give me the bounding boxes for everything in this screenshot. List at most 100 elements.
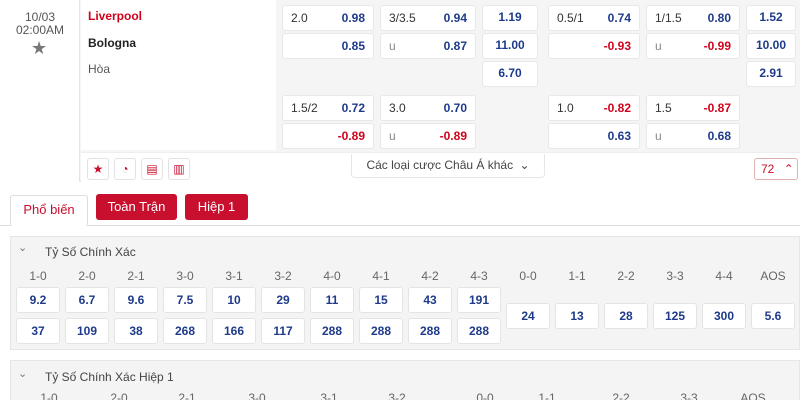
score-odds-draw[interactable]: 125 [653, 303, 697, 329]
h1-hdp-home-cell[interactable]: 0.5/1 0.74 [548, 5, 640, 31]
score-odds-away[interactable]: 37 [16, 318, 60, 344]
score-odds-away[interactable]: 109 [65, 318, 109, 344]
hdp-away-odds: 0.85 [341, 39, 365, 53]
score-header-h1: 1-0 [40, 391, 58, 400]
score-odds-home[interactable]: 9.6 [114, 287, 158, 313]
score-odds-away[interactable]: 288 [457, 318, 501, 344]
h1-hdp2-away-odds: 0.63 [607, 129, 631, 143]
score-odds-away[interactable]: 117 [261, 318, 305, 344]
h1-ou-over-cell[interactable]: 1/1.5 0.80 [646, 5, 740, 31]
away-team[interactable]: Bologna [88, 36, 136, 50]
score-odds-home[interactable]: 6.7 [65, 287, 109, 313]
score-header-h1: 3-1 [320, 391, 338, 400]
favorite-icon[interactable]: ★ [87, 158, 109, 180]
h1-hdp-away-odds: -0.93 [603, 39, 631, 53]
h1-ou-under-odds: -0.99 [703, 39, 731, 53]
h1-x12-draw-odds[interactable]: 2.91 [746, 61, 796, 87]
score-odds-home[interactable]: 15 [359, 287, 403, 313]
score-header: 1-0 [29, 269, 47, 283]
score-odds-home[interactable]: 10 [212, 287, 256, 313]
ou-over-cell[interactable]: 3/3.5 0.94 [380, 5, 476, 31]
score-odds-home[interactable]: 29 [261, 287, 305, 313]
score-header-h1: 3-2 [388, 391, 406, 400]
score-odds-away[interactable]: 288 [310, 318, 354, 344]
ou-line: 3/3.5 [389, 11, 416, 25]
score-header-h1: 0-0 [476, 391, 494, 400]
score-header-h1: 3-0 [248, 391, 266, 400]
score-odds-home[interactable]: 191 [457, 287, 501, 313]
score-odds-away[interactable]: 288 [408, 318, 452, 344]
ou2-over-odds: 0.70 [443, 101, 467, 115]
correct-score-h1-grid: 1-0 2-0 2-1 3-0 3-1 3-2 0-0 1-1 2-2 3-3 AOS [11, 387, 800, 400]
collapse-chevron-h1-icon: ⌄ [18, 368, 28, 380]
x12-away-odds[interactable]: 11.00 [482, 33, 538, 59]
score-odds-home[interactable]: 43 [408, 287, 452, 313]
score-header: 3-2 [274, 269, 292, 283]
more-bets-label: Các loại cược Châu Á khác [366, 158, 514, 172]
correct-score-h1-section: ⌄ Tỷ Số Chính Xác Hiệp 1 1-0 2-0 2-1 3-0 3-1… [10, 360, 800, 400]
x12-home-odds[interactable]: 1.19 [482, 5, 538, 31]
score-odds-home[interactable]: 9.2 [16, 287, 60, 313]
score-odds-draw[interactable]: 24 [506, 303, 550, 329]
h1-hdp2-home-cell[interactable]: 1.0 -0.82 [548, 95, 640, 121]
h1-ou-under-cell[interactable]: u -0.99 [646, 33, 740, 59]
ou2-under-cell[interactable]: u -0.89 [380, 123, 476, 149]
hdp-home-cell[interactable]: 2.0 0.98 [282, 5, 374, 31]
h1-hdp2-line: 1.0 [557, 101, 574, 115]
h1-hdp-away-cell[interactable]: -0.93 [548, 33, 640, 59]
ou2-over-cell[interactable]: 3.0 0.70 [380, 95, 476, 121]
section-header[interactable]: ⌄ Tỷ Số Chính Xác [11, 237, 800, 261]
score-odds-away[interactable]: 38 [114, 318, 158, 344]
hdp2-away-cell[interactable]: -0.89 [282, 123, 374, 149]
score-odds-draw[interactable]: 28 [604, 303, 648, 329]
score-odds-home[interactable]: 7.5 [163, 287, 207, 313]
match-action-strip: ★ ◔ ▤ ▥ Các loại cược Châu Á khác ⌄ 72 ⌃ [81, 152, 800, 182]
section-header-h1[interactable]: ⌄ Tỷ Số Chính Xác Hiệp 1 [11, 361, 800, 385]
ou2-under-odds: -0.89 [439, 129, 467, 143]
market-count-button[interactable]: 72 ⌃ [754, 158, 798, 180]
hdp-home-odds: 0.98 [341, 11, 365, 25]
hdp-away-cell[interactable]: 0.85 [282, 33, 374, 59]
score-header-draw: 1-1 [568, 269, 586, 283]
score-odds-draw[interactable]: 5.6 [751, 303, 795, 329]
score-odds-draw[interactable]: 13 [555, 303, 599, 329]
ou-under-label: u [389, 39, 396, 53]
chevron-down-icon: ⌄ [519, 158, 530, 172]
h1-ou2-under-odds: 0.68 [707, 129, 731, 143]
section-title-h1: Tỷ Số Chính Xác Hiệp 1 [45, 370, 174, 384]
score-odds-away[interactable]: 166 [212, 318, 256, 344]
teams-column: Liverpool Bologna Hòa [81, 0, 276, 150]
score-header-draw: 3-3 [666, 269, 684, 283]
h1-ou2-over-cell[interactable]: 1.5 -0.87 [646, 95, 740, 121]
hdp2-home-cell[interactable]: 1.5/2 0.72 [282, 95, 374, 121]
h1-hdp2-away-cell[interactable]: 0.63 [548, 123, 640, 149]
x12-draw-odds[interactable]: 6.70 [482, 61, 538, 87]
h1-ou-under-label: u [655, 39, 662, 53]
ou-under-cell[interactable]: u 0.87 [380, 33, 476, 59]
hdp2-line: 1.5/2 [291, 101, 318, 115]
timer-icon[interactable]: ◔ [114, 158, 136, 180]
stats-icon[interactable]: ▥ [168, 158, 190, 180]
hdp-line: 2.0 [291, 11, 308, 25]
hdp2-home-odds: 0.72 [341, 101, 365, 115]
score-odds-home[interactable]: 11 [310, 287, 354, 313]
home-team[interactable]: Liverpool [88, 9, 142, 23]
tab-popular[interactable]: Phổ biến [10, 195, 88, 226]
h1-x12-away-odds[interactable]: 10.00 [746, 33, 796, 59]
h1-ou2-under-cell[interactable]: u 0.68 [646, 123, 740, 149]
tab-first-half[interactable]: Hiệp 1 [185, 194, 248, 220]
hdp2-away-odds: -0.89 [337, 129, 365, 143]
tab-full-match[interactable]: Toàn Trận [96, 194, 177, 220]
score-odds-away[interactable]: 268 [163, 318, 207, 344]
score-header: 4-2 [421, 269, 439, 283]
lineup-icon[interactable]: ▤ [141, 158, 163, 180]
h1-hdp-line: 0.5/1 [557, 11, 584, 25]
score-odds-away[interactable]: 288 [359, 318, 403, 344]
score-header: 4-0 [323, 269, 341, 283]
favorite-star-icon[interactable]: ★ [31, 38, 47, 59]
h1-x12-home-odds[interactable]: 1.52 [746, 5, 796, 31]
score-odds-draw[interactable]: 300 [702, 303, 746, 329]
h1-ou-over-odds: 0.80 [707, 11, 731, 25]
more-bets-toggle[interactable]: Các loại cược Châu Á khác ⌄ [351, 154, 545, 178]
score-header-h1: 3-3 [680, 391, 698, 400]
